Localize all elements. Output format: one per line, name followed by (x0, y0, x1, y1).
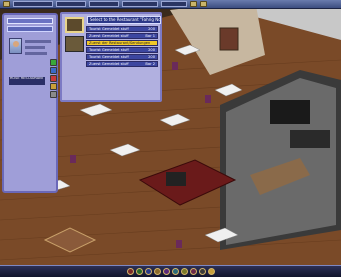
guests-icon[interactable] (180, 268, 188, 275)
dialog-option-row[interactable]: Tourist Gemeldet stuff 200 (86, 47, 158, 53)
status-field-1 (13, 1, 53, 7)
restaurant-info-panel: ROSE RESTAURANT (2, 13, 58, 193)
camera-icon[interactable] (198, 268, 206, 275)
decor-icon[interactable] (189, 268, 197, 275)
option-value: 200 (148, 27, 155, 31)
event-dialog: Select to the Restaurant "Fahrig Noir" T… (60, 12, 162, 102)
stats-icon[interactable] (162, 268, 170, 275)
event-image (65, 17, 84, 33)
dialog-option-row[interactable]: Tourist Gemeldet stuff 200 (86, 26, 158, 32)
option-label: Zuerst Gemeldet stuff (89, 34, 129, 38)
info-line (25, 52, 47, 55)
menu-card-icon[interactable] (144, 268, 152, 275)
option-label: Tourist Gemeldet stuff (89, 48, 129, 52)
option-value: Bar 1 (145, 34, 155, 38)
build-icon[interactable] (126, 268, 134, 275)
side-button-red[interactable] (50, 75, 57, 82)
options-icon[interactable] (200, 1, 207, 7)
staff-icon[interactable] (135, 268, 143, 275)
side-button-grey[interactable] (50, 91, 57, 98)
dialog-option-row[interactable]: Zuerst Gemeldet stuff Bar 1 (86, 33, 158, 39)
dialog-title: Select to the Restaurant "Fahrig Noir" (87, 16, 161, 24)
dialog-option-row[interactable]: Tourist Gemeldet stuff 200 (86, 54, 158, 60)
finance-icon[interactable] (153, 268, 161, 275)
option-value: Bar 2 (145, 62, 155, 66)
top-status-bar (0, 0, 341, 9)
event-image-2 (65, 36, 84, 52)
speed-icon[interactable] (190, 1, 197, 7)
info-line (25, 46, 45, 49)
side-button-blue[interactable] (50, 67, 57, 74)
restaurant-name-tag: ROSE RESTAURANT (9, 77, 45, 85)
info-line (25, 40, 51, 43)
avatar[interactable] (9, 38, 22, 54)
option-label: Zuerst der Restaurant/Sendungen (89, 41, 151, 45)
menu-icon[interactable] (3, 1, 10, 7)
status-field-2 (56, 1, 86, 7)
option-label: Tourist Gemeldet stuff (89, 55, 129, 59)
panel-subheader (7, 26, 53, 32)
side-button-gold[interactable] (50, 83, 57, 90)
status-field-3 (89, 1, 119, 7)
option-label: Tourist Gemeldet stuff (89, 27, 129, 31)
dialog-option-row-selected[interactable]: Zuerst der Restaurant/Sendungen (86, 40, 158, 46)
status-field-4 (122, 1, 158, 7)
panel-header (7, 18, 53, 24)
status-field-5 (161, 1, 187, 7)
option-value: 200 (148, 48, 155, 52)
side-button-green[interactable] (50, 59, 57, 66)
option-label: Zuerst Gemeldet stuff (89, 62, 129, 66)
dialog-option-row[interactable]: Zuerst Gemeldet stuff Bar 2 (86, 61, 158, 67)
map-icon[interactable] (171, 268, 179, 275)
time-icon[interactable] (207, 268, 215, 275)
bottom-toolbar (0, 265, 341, 277)
option-value: 200 (148, 55, 155, 59)
